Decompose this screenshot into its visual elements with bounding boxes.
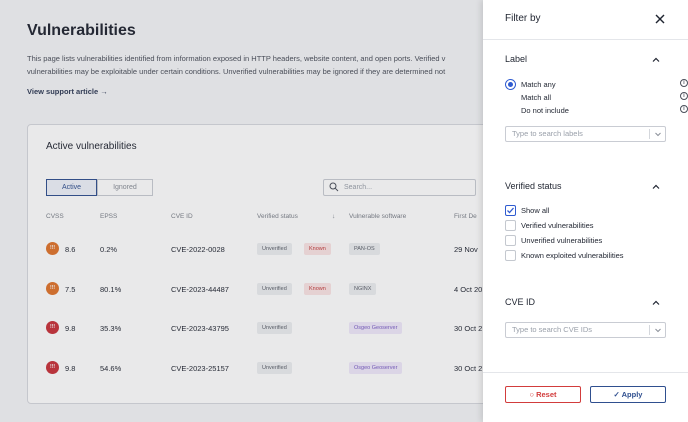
- drawer-footer: ○ Reset ✓ Apply: [483, 372, 688, 422]
- verified-label: Verified vulnerabilities: [521, 221, 594, 230]
- known-exploited-label: Known exploited vulnerabilities: [521, 251, 624, 260]
- select-divider: [649, 325, 650, 335]
- chevron-down-icon[interactable]: [654, 326, 662, 334]
- unverified-label: Unverified vulnerabilities: [521, 236, 603, 245]
- match-any-radio[interactable]: [505, 79, 516, 90]
- chevron-up-icon[interactable]: [651, 298, 661, 308]
- drawer-header: Filter by: [483, 0, 688, 40]
- filter-drawer: Filter by Label Match any i Match all i …: [483, 0, 688, 422]
- label-section-heading: Label: [505, 54, 528, 64]
- show-all-checkbox[interactable]: [505, 205, 516, 216]
- show-all-label: Show all: [521, 206, 550, 215]
- cve-search-placeholder: Type to search CVE IDs: [512, 325, 593, 334]
- drawer-title: Filter by: [505, 13, 541, 24]
- chevron-up-icon[interactable]: [651, 182, 661, 192]
- reset-button[interactable]: ○ Reset: [505, 386, 581, 403]
- chevron-up-icon[interactable]: [651, 55, 661, 65]
- checkmark-icon: [507, 207, 514, 214]
- label-search-placeholder: Type to search labels: [512, 129, 583, 138]
- label-search-select[interactable]: Type to search labels: [505, 126, 666, 142]
- close-icon: [655, 14, 665, 24]
- verified-checkbox[interactable]: [505, 220, 516, 231]
- info-icon[interactable]: i: [680, 105, 688, 113]
- apply-button[interactable]: ✓ Apply: [590, 386, 666, 403]
- verified-status-heading: Verified status: [505, 181, 562, 191]
- unverified-checkbox[interactable]: [505, 235, 516, 246]
- cve-id-heading: CVE ID: [505, 297, 536, 307]
- known-exploited-checkbox[interactable]: [505, 250, 516, 261]
- select-divider: [649, 129, 650, 139]
- apply-label: Apply: [621, 390, 643, 399]
- reset-label: Reset: [536, 390, 557, 399]
- match-all-label: Match all: [521, 93, 552, 102]
- info-icon[interactable]: i: [680, 92, 688, 100]
- match-any-label: Match any: [521, 80, 556, 89]
- cve-search-select[interactable]: Type to search CVE IDs: [505, 322, 666, 338]
- do-not-include-label: Do not include: [521, 106, 569, 115]
- close-button[interactable]: [652, 11, 668, 27]
- info-icon[interactable]: i: [680, 79, 688, 87]
- check-icon: ✓: [613, 390, 622, 399]
- chevron-down-icon[interactable]: [654, 130, 662, 138]
